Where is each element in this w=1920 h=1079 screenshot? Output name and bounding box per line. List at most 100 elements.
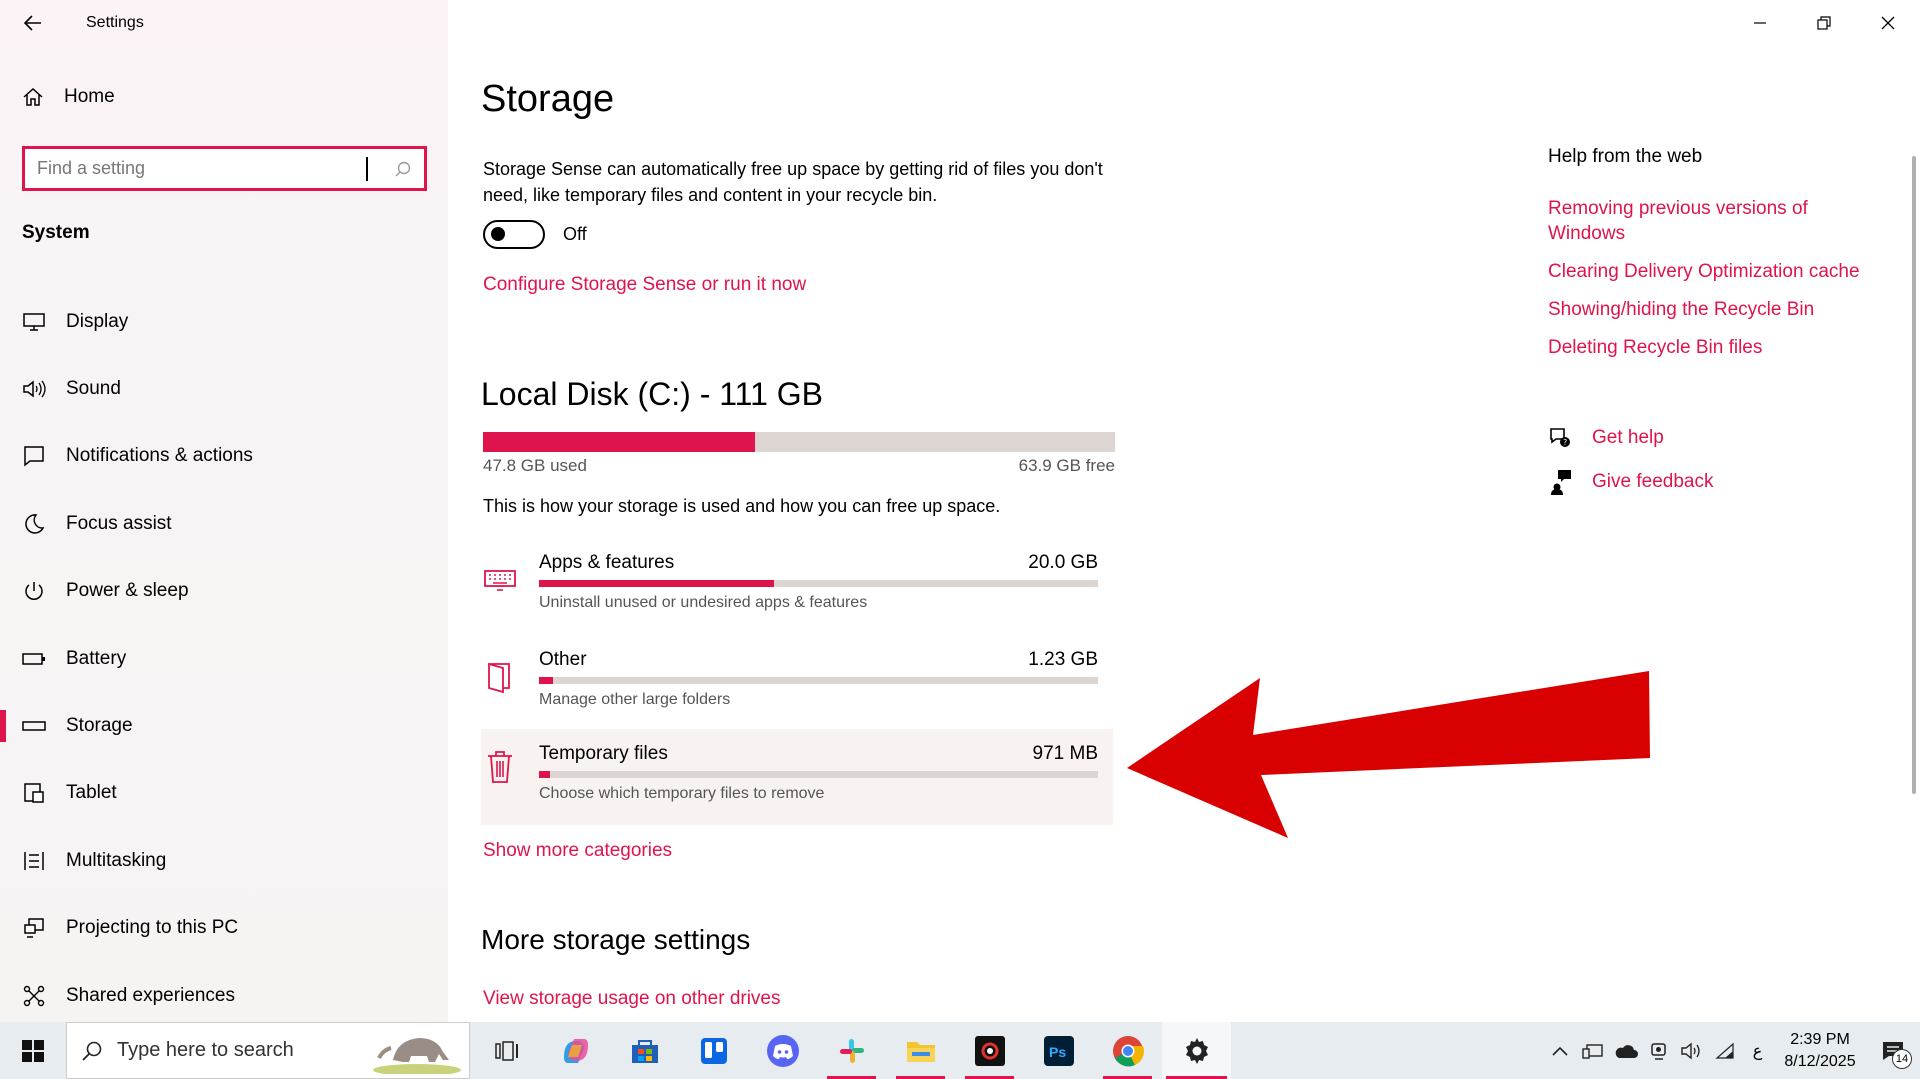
sidebar-item-sound[interactable]: Sound xyxy=(0,355,448,422)
help-link-recycle-bin-visibility[interactable]: Showing/hiding the Recycle Bin xyxy=(1548,297,1888,322)
sidebar-item-battery[interactable]: Battery xyxy=(0,625,448,692)
start-button[interactable] xyxy=(0,1022,66,1079)
settings-search-input[interactable] xyxy=(37,158,366,179)
sidebar-item-display[interactable]: Display xyxy=(0,288,448,355)
taskbar-search[interactable]: Type here to search xyxy=(66,1022,470,1079)
battery-icon xyxy=(22,647,46,671)
category-size: 971 MB xyxy=(1032,743,1098,764)
scrollbar[interactable] xyxy=(1912,156,1916,794)
photoshop-app[interactable]: Ps xyxy=(1024,1022,1093,1079)
onedrive-button[interactable] xyxy=(1609,1022,1642,1079)
toggle-knob xyxy=(491,227,505,241)
category-description: Manage other large folders xyxy=(539,691,731,708)
storage-sense-toggle[interactable] xyxy=(483,220,545,249)
volume-button[interactable] xyxy=(1675,1022,1708,1079)
sidebar-item-power-sleep[interactable]: Power & sleep xyxy=(0,558,448,625)
home-label: Home xyxy=(64,86,115,107)
category-temporary-files[interactable]: Temporary files 971 MB Choose which temp… xyxy=(481,729,1113,825)
system-tray: ع 2:39 PM 8/12/2025 14 xyxy=(1543,1022,1920,1079)
disk-free-label: 63.9 GB free xyxy=(1018,456,1115,475)
sidebar-item-label: Focus assist xyxy=(66,512,172,534)
sidebar-item-focus-assist[interactable]: Focus assist xyxy=(0,490,448,557)
view-other-drives-link[interactable]: View storage usage on other drives xyxy=(483,988,781,1010)
category-other[interactable]: Other 1.23 GB Manage other large folders xyxy=(481,637,1113,731)
category-usage-fill xyxy=(539,771,551,778)
settings-app[interactable] xyxy=(1162,1022,1231,1079)
more-storage-settings-heading: More storage settings xyxy=(481,924,751,955)
sidebar-item-label: Sound xyxy=(66,378,121,400)
give-feedback-row[interactable]: Give feedback xyxy=(1548,469,1713,495)
give-feedback-link[interactable]: Give feedback xyxy=(1592,471,1713,493)
category-usage-bar xyxy=(539,677,1098,684)
window-controls xyxy=(1728,0,1920,46)
category-usage-fill xyxy=(539,677,553,684)
store-app[interactable] xyxy=(610,1022,679,1079)
moon-icon xyxy=(22,512,46,536)
action-center-button[interactable]: 14 xyxy=(1866,1022,1920,1079)
power-icon xyxy=(22,579,46,603)
close-button[interactable] xyxy=(1856,0,1920,46)
clock-time: 2:39 PM xyxy=(1790,1030,1850,1048)
input-language-button[interactable]: ع xyxy=(1741,1022,1774,1079)
category-description: Choose which temporary files to remove xyxy=(539,785,825,802)
configure-storage-sense-link[interactable]: Configure Storage Sense or run it now xyxy=(483,274,806,296)
svg-text:Ps: Ps xyxy=(1049,1044,1066,1060)
close-icon xyxy=(1881,16,1895,30)
restore-icon xyxy=(1817,16,1831,30)
task-view-button[interactable] xyxy=(472,1022,541,1079)
show-more-categories-link[interactable]: Show more categories xyxy=(483,840,672,862)
help-title: Help from the web xyxy=(1548,146,1703,167)
clock-date: 8/12/2025 xyxy=(1784,1052,1856,1070)
keyboard-icon xyxy=(483,562,517,598)
home-nav-item[interactable]: Home xyxy=(22,86,115,108)
chrome-app[interactable] xyxy=(1093,1022,1162,1079)
help-link-delete-recycle-bin[interactable]: Deleting Recycle Bin files xyxy=(1548,335,1888,360)
sidebar-item-multitasking[interactable]: Multitasking xyxy=(0,827,448,894)
copilot-app[interactable] xyxy=(541,1022,610,1079)
sidebar-item-label: Multitasking xyxy=(66,849,167,871)
category-apps-features[interactable]: Apps & features 20.0 GB Uninstall unused… xyxy=(481,540,1113,634)
text-cursor xyxy=(366,156,368,181)
search-icon xyxy=(395,161,411,176)
multitasking-icon xyxy=(22,849,46,873)
minimize-button[interactable] xyxy=(1728,0,1792,46)
tray-device-button[interactable] xyxy=(1576,1022,1609,1079)
restore-button[interactable] xyxy=(1792,0,1856,46)
category-name: Other xyxy=(539,649,587,670)
monitor-icon xyxy=(22,310,46,334)
sidebar-item-label: Display xyxy=(66,310,129,332)
davinci-app[interactable] xyxy=(955,1022,1024,1079)
give-feedback-icon xyxy=(1551,470,1571,495)
help-link-delivery-optimization[interactable]: Clearing Delivery Optimization cache xyxy=(1548,259,1888,284)
clock[interactable]: 2:39 PM 8/12/2025 xyxy=(1774,1029,1866,1073)
trello-app[interactable] xyxy=(679,1022,748,1079)
sidebar-item-projecting[interactable]: Projecting to this PC xyxy=(0,895,448,962)
show-hidden-icons-button[interactable] xyxy=(1543,1022,1576,1079)
title-bar: Settings xyxy=(0,0,448,46)
get-help-link[interactable]: Get help xyxy=(1592,427,1664,449)
sidebar-item-notifications[interactable]: Notifications & actions xyxy=(0,423,448,490)
help-link-previous-versions[interactable]: Removing previous versions of Windows xyxy=(1548,196,1888,246)
trello-icon xyxy=(700,1037,727,1064)
file-explorer-app[interactable] xyxy=(886,1022,955,1079)
network-button[interactable] xyxy=(1708,1022,1741,1079)
discord-app[interactable] xyxy=(748,1022,817,1079)
discord-icon xyxy=(766,1034,799,1067)
taskbar-apps: Ps xyxy=(472,1022,1231,1079)
category-usage-bar xyxy=(539,771,1098,778)
sidebar-item-storage[interactable]: Storage xyxy=(0,692,448,759)
app-title: Settings xyxy=(86,14,144,31)
meet-now-button[interactable] xyxy=(1642,1022,1675,1079)
volume-icon xyxy=(1680,1042,1700,1059)
get-help-row[interactable]: ? Get help xyxy=(1548,426,1664,450)
section-title: System xyxy=(22,222,90,243)
back-button[interactable] xyxy=(0,0,66,46)
back-arrow-icon xyxy=(23,15,41,31)
photoshop-icon: Ps xyxy=(1043,1035,1074,1066)
task-view-icon xyxy=(494,1040,518,1061)
sidebar-item-label: Battery xyxy=(66,647,127,669)
settings-search-box[interactable] xyxy=(22,146,427,191)
sidebar-item-shared-experiences[interactable]: Shared experiences xyxy=(0,962,448,1029)
slack-app[interactable] xyxy=(817,1022,886,1079)
sidebar-item-tablet[interactable]: Tablet xyxy=(0,760,448,827)
